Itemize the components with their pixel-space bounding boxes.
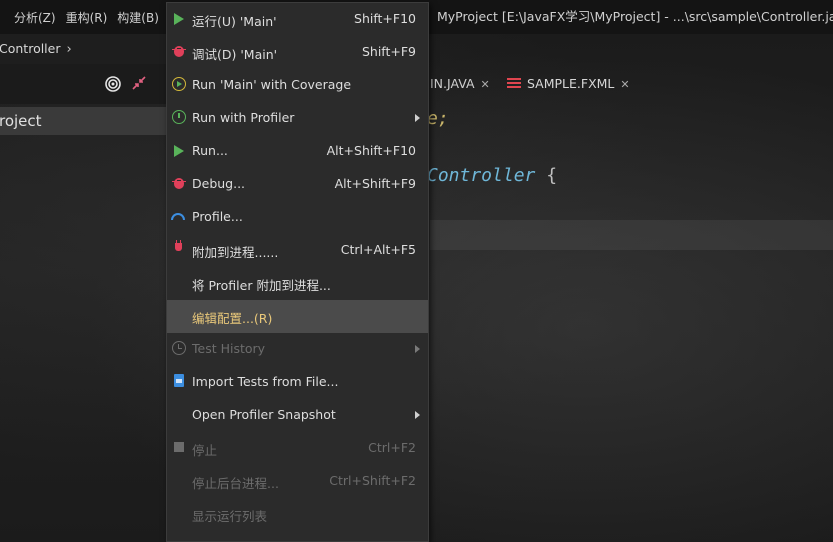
menu-item-run-with-profiler[interactable]: Run with Profiler: [167, 102, 428, 135]
menu-item-label: Debug...: [192, 176, 246, 191]
close-icon[interactable]: ✕: [620, 78, 629, 91]
submenu-arrow-icon: [415, 411, 420, 419]
menu-item-run-main[interactable]: 运行(U) 'Main' Shift+F10: [167, 3, 428, 36]
open-brace: {: [546, 165, 558, 186]
submenu-arrow-icon: [415, 345, 420, 353]
current-line-highlight: [430, 220, 833, 250]
menu-item-label: Open Profiler Snapshot: [192, 407, 336, 422]
tab-label: SAMPLE.FXML: [527, 76, 615, 91]
menu-item-label: 附加到进程......: [192, 245, 279, 260]
debug-icon: [172, 178, 186, 189]
chevron-right-icon: ›: [66, 42, 72, 57]
menu-item-debug-main[interactable]: 调试(D) 'Main' Shift+F9: [167, 36, 428, 69]
menu-item-import-tests[interactable]: Import Tests from File...: [167, 366, 428, 399]
menu-analyze[interactable]: 分析(Z): [9, 9, 61, 26]
menu-item-label: Run...: [192, 143, 228, 158]
stop-icon: [174, 442, 184, 452]
menu-build[interactable]: 构建(B): [112, 9, 164, 26]
menu-item-shortcut: Alt+Shift+F9: [334, 176, 416, 191]
menu-item-attach-to-process[interactable]: 附加到进程...... Ctrl+Alt+F5: [167, 234, 428, 267]
run-icon: [174, 145, 184, 157]
breadcrumb[interactable]: Controller ›: [0, 34, 166, 64]
menu-refactor[interactable]: 重构(R): [61, 9, 113, 26]
tab-label: IN.JAVA: [430, 76, 475, 91]
menu-item-shortcut: Shift+F9: [361, 44, 416, 59]
menu-item-shortcut: Alt+Shift+F10: [326, 143, 416, 158]
menu-item-profile[interactable]: Profile...: [167, 201, 428, 234]
window-title: MyProject [E:\JavaFX学习\MyProject] - ...\…: [437, 9, 833, 24]
profile-gauge-icon: [171, 213, 185, 220]
menu-item-label: Run with Profiler: [192, 110, 295, 125]
locate-target-icon[interactable]: [104, 75, 122, 93]
run-icon: [174, 13, 184, 25]
menu-item-label: 停止后台进程...: [192, 476, 279, 491]
editor-tab-sample-fxml[interactable]: SAMPLE.FXML ✕: [507, 68, 630, 100]
import-file-icon: [174, 374, 184, 387]
fxml-file-icon: [507, 78, 521, 89]
history-icon: [172, 341, 186, 355]
breadcrumb-item[interactable]: Controller: [0, 41, 61, 56]
profiler-icon: [172, 110, 186, 124]
menu-item-label: 编辑配置...(R): [192, 311, 273, 326]
attach-plug-icon: [175, 240, 182, 251]
close-icon[interactable]: ✕: [481, 78, 490, 91]
submenu-arrow-icon: [415, 114, 420, 122]
menu-item-label: Profile...: [192, 209, 243, 224]
menu-item-label: Run 'Main' with Coverage: [192, 77, 352, 92]
menu-item-label: 运行(U) 'Main': [192, 14, 277, 29]
menu-item-stop-background[interactable]: 停止后台进程... Ctrl+Shift+F2: [167, 465, 428, 498]
menu-item-shortcut: Shift+F10: [354, 11, 416, 26]
menu-item-label: 将 Profiler 附加到进程...: [192, 278, 331, 293]
menu-item-debug-dialog[interactable]: Debug... Alt+Shift+F9: [167, 168, 428, 201]
menu-item-attach-profiler[interactable]: 将 Profiler 附加到进程...: [167, 267, 428, 300]
menu-item-label: 调试(D) 'Main': [192, 47, 278, 62]
menu-item-run-dialog[interactable]: Run... Alt+Shift+F10: [167, 135, 428, 168]
menu-item-edit-configurations[interactable]: 编辑配置...(R): [167, 300, 428, 333]
menu-item-shortcut: Ctrl+Shift+F2: [329, 473, 416, 488]
editor-tab-main[interactable]: IN.JAVA ✕: [430, 68, 490, 100]
menu-item-test-history[interactable]: Test History: [167, 333, 428, 366]
menu-item-label: 显示运行列表: [192, 509, 268, 524]
project-root-label: roject: [0, 112, 42, 130]
menu-item-label: Import Tests from File...: [192, 374, 339, 389]
menu-item-open-profiler-snapshot[interactable]: Open Profiler Snapshot: [167, 399, 428, 432]
menu-item-label: Test History: [192, 341, 266, 356]
menu-item-label: 停止: [192, 443, 218, 458]
menu-item-shortcut: Ctrl+Alt+F5: [340, 242, 416, 257]
project-panel-header: [0, 64, 166, 104]
project-tree-root[interactable]: roject: [0, 107, 166, 135]
menu-item-shortcut: Ctrl+F2: [368, 440, 416, 455]
debug-icon: [172, 46, 186, 57]
code-line[interactable]: e;: [427, 108, 449, 129]
menu-item-stop[interactable]: 停止 Ctrl+F2: [167, 432, 428, 465]
class-name: Controller: [427, 165, 536, 186]
collapse-all-icon[interactable]: [131, 75, 147, 91]
menu-item-run-coverage[interactable]: Run 'Main' with Coverage: [167, 69, 428, 102]
menu-item-show-running-list[interactable]: 显示运行列表: [167, 498, 428, 531]
run-menu-dropdown: 运行(U) 'Main' Shift+F10 调试(D) 'Main' Shif…: [166, 2, 429, 542]
coverage-icon: [172, 77, 186, 91]
code-line[interactable]: Controller {: [427, 165, 557, 186]
